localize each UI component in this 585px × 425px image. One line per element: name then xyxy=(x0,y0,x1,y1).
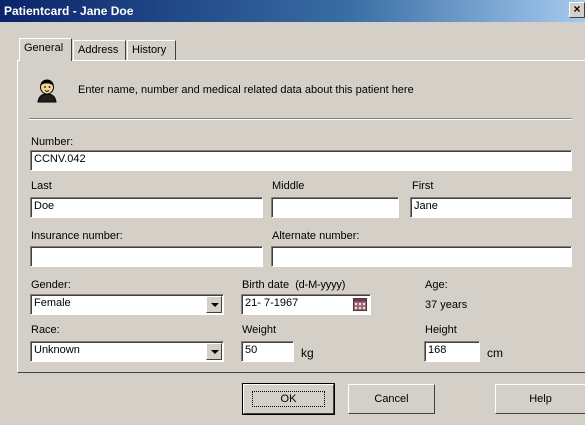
patientcard-window: Patientcard - Jane Doe × General Address… xyxy=(0,0,585,425)
first-label: First xyxy=(412,180,434,192)
tab-panel-general: Enter name, number and medical related d… xyxy=(17,60,585,373)
weight-value: 50 xyxy=(245,344,258,356)
tab-general[interactable]: General xyxy=(19,38,72,61)
last-label: Last xyxy=(31,180,52,192)
age-label: Age: xyxy=(425,279,448,291)
cancel-button[interactable]: Cancel xyxy=(348,384,435,414)
first-name-field[interactable]: Jane xyxy=(410,197,572,218)
height-field[interactable]: 168 xyxy=(424,341,480,362)
close-button[interactable]: × xyxy=(569,2,585,18)
age-value: 37 years xyxy=(425,299,468,311)
number-value: CCNV.042 xyxy=(34,153,86,165)
header-divider xyxy=(29,118,572,120)
birth-date-format: (d-M-yyyy) xyxy=(295,279,346,291)
ok-button-label: OK xyxy=(251,391,326,407)
window-title: Patientcard - Jane Doe xyxy=(4,4,134,18)
height-value: 168 xyxy=(428,344,447,356)
gender-label: Gender: xyxy=(31,279,71,291)
middle-name-field[interactable] xyxy=(271,197,399,218)
height-unit: cm xyxy=(487,346,503,360)
insurance-number-label: Insurance number: xyxy=(31,230,123,242)
calendar-icon[interactable] xyxy=(353,298,367,311)
alternate-number-label: Alternate number: xyxy=(272,230,360,242)
close-icon: × xyxy=(573,2,581,16)
weight-unit: kg xyxy=(301,346,314,360)
gender-dropdown-arrow-icon[interactable] xyxy=(206,296,222,313)
race-label: Race: xyxy=(31,324,60,336)
birth-date-field[interactable]: 21- 7-1967 xyxy=(241,294,371,315)
tab-history[interactable]: History xyxy=(127,40,176,60)
race-dropdown-arrow-icon[interactable] xyxy=(206,343,222,360)
birth-date-label: Birth date (d-M-yyyy) xyxy=(242,279,345,291)
help-button-label: Help xyxy=(529,393,552,405)
first-name-value: Jane xyxy=(414,200,438,212)
middle-label: Middle xyxy=(272,180,305,192)
help-button[interactable]: Help xyxy=(495,384,585,414)
last-name-field[interactable]: Doe xyxy=(30,197,263,218)
ok-button[interactable]: OK xyxy=(242,383,335,415)
birth-date-label-text: Birth date xyxy=(242,279,290,291)
header-instruction: Enter name, number and medical related d… xyxy=(78,84,414,96)
weight-field[interactable]: 50 xyxy=(241,341,294,362)
height-label: Height xyxy=(425,324,457,336)
race-value: Unknown xyxy=(34,344,80,356)
insurance-number-field[interactable] xyxy=(30,246,263,267)
weight-label: Weight xyxy=(242,324,277,336)
tab-general-label: General xyxy=(24,42,64,54)
tab-address[interactable]: Address xyxy=(73,40,126,60)
tab-address-label: Address xyxy=(78,44,119,56)
alternate-number-field[interactable] xyxy=(271,246,572,267)
cancel-button-label: Cancel xyxy=(374,393,409,405)
race-select[interactable]: Unknown xyxy=(30,341,224,362)
gender-select[interactable]: Female xyxy=(30,294,224,315)
gender-value: Female xyxy=(34,297,71,309)
last-name-value: Doe xyxy=(34,200,55,212)
number-label: Number: xyxy=(31,136,74,148)
title-bar[interactable]: Patientcard - Jane Doe × xyxy=(0,0,585,22)
tab-history-label: History xyxy=(132,44,167,56)
birth-date-value: 21- 7-1967 xyxy=(245,297,299,309)
number-field[interactable]: CCNV.042 xyxy=(30,150,572,171)
patient-card-icon xyxy=(37,79,57,103)
